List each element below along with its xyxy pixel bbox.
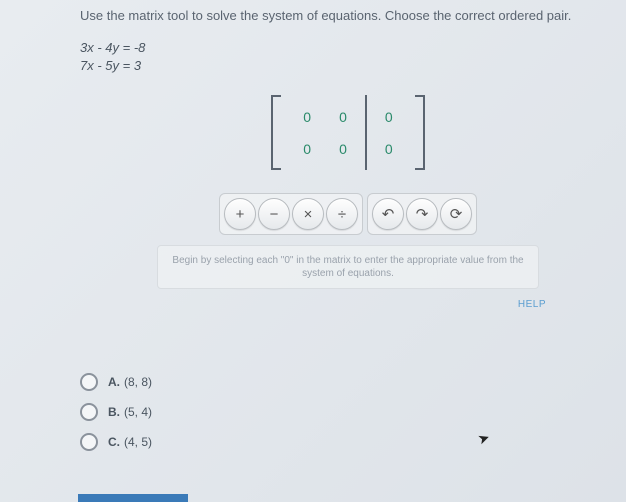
answer-c-label: C.	[108, 435, 120, 449]
answer-b-label: B.	[108, 405, 120, 419]
bracket-right	[415, 95, 425, 170]
question-instruction: Use the matrix tool to solve the system …	[80, 8, 616, 25]
radio-b[interactable]	[80, 403, 98, 421]
answer-a[interactable]: A. (8, 8)	[80, 373, 616, 391]
help-link[interactable]: HELP	[0, 299, 546, 310]
answer-a-value: (8, 8)	[124, 375, 152, 389]
radio-c[interactable]	[80, 433, 98, 451]
progress-indicator	[78, 494, 188, 502]
answer-c-value: (4, 5)	[124, 435, 152, 449]
divide-button[interactable]: ÷	[326, 198, 358, 230]
op-group: + − × ÷	[219, 193, 363, 235]
matrix-divider	[365, 95, 367, 170]
augmented-matrix: 0 0 0 0 0 0	[271, 95, 424, 170]
matrix-toolbar: + − × ÷ ↶ ↷ ⟳	[178, 193, 518, 235]
matrix-cell-r2c1[interactable]: 0	[303, 142, 311, 156]
radio-a[interactable]	[80, 373, 98, 391]
equation-1: 3x - 4y = -8	[80, 39, 616, 57]
answer-a-label: A.	[108, 375, 120, 389]
system-equations: 3x - 4y = -8 7x - 5y = 3	[80, 39, 616, 75]
answer-b[interactable]: B. (5, 4)	[80, 403, 616, 421]
matrix-cell-r2c2[interactable]: 0	[339, 142, 347, 156]
matrix-cell-r1c3[interactable]: 0	[385, 110, 393, 124]
answer-c[interactable]: C. (4, 5)	[80, 433, 616, 451]
history-group: ↶ ↷ ⟳	[367, 193, 477, 235]
times-button[interactable]: ×	[292, 198, 324, 230]
redo-button[interactable]: ↷	[406, 198, 438, 230]
answer-choices: A. (8, 8) B. (5, 4) C. (4, 5)	[0, 365, 626, 451]
answer-b-value: (5, 4)	[124, 405, 152, 419]
matrix-cell-r2c3[interactable]: 0	[385, 142, 393, 156]
matrix-cell-r1c1[interactable]: 0	[303, 110, 311, 124]
undo-button[interactable]: ↶	[372, 198, 404, 230]
bracket-left	[271, 95, 281, 170]
equation-2: 7x - 5y = 3	[80, 57, 616, 75]
reset-button[interactable]: ⟳	[440, 198, 472, 230]
plus-button[interactable]: +	[224, 198, 256, 230]
minus-button[interactable]: −	[258, 198, 290, 230]
hint-box: Begin by selecting each "0" in the matri…	[157, 245, 539, 289]
matrix-cell-r1c2[interactable]: 0	[339, 110, 347, 124]
